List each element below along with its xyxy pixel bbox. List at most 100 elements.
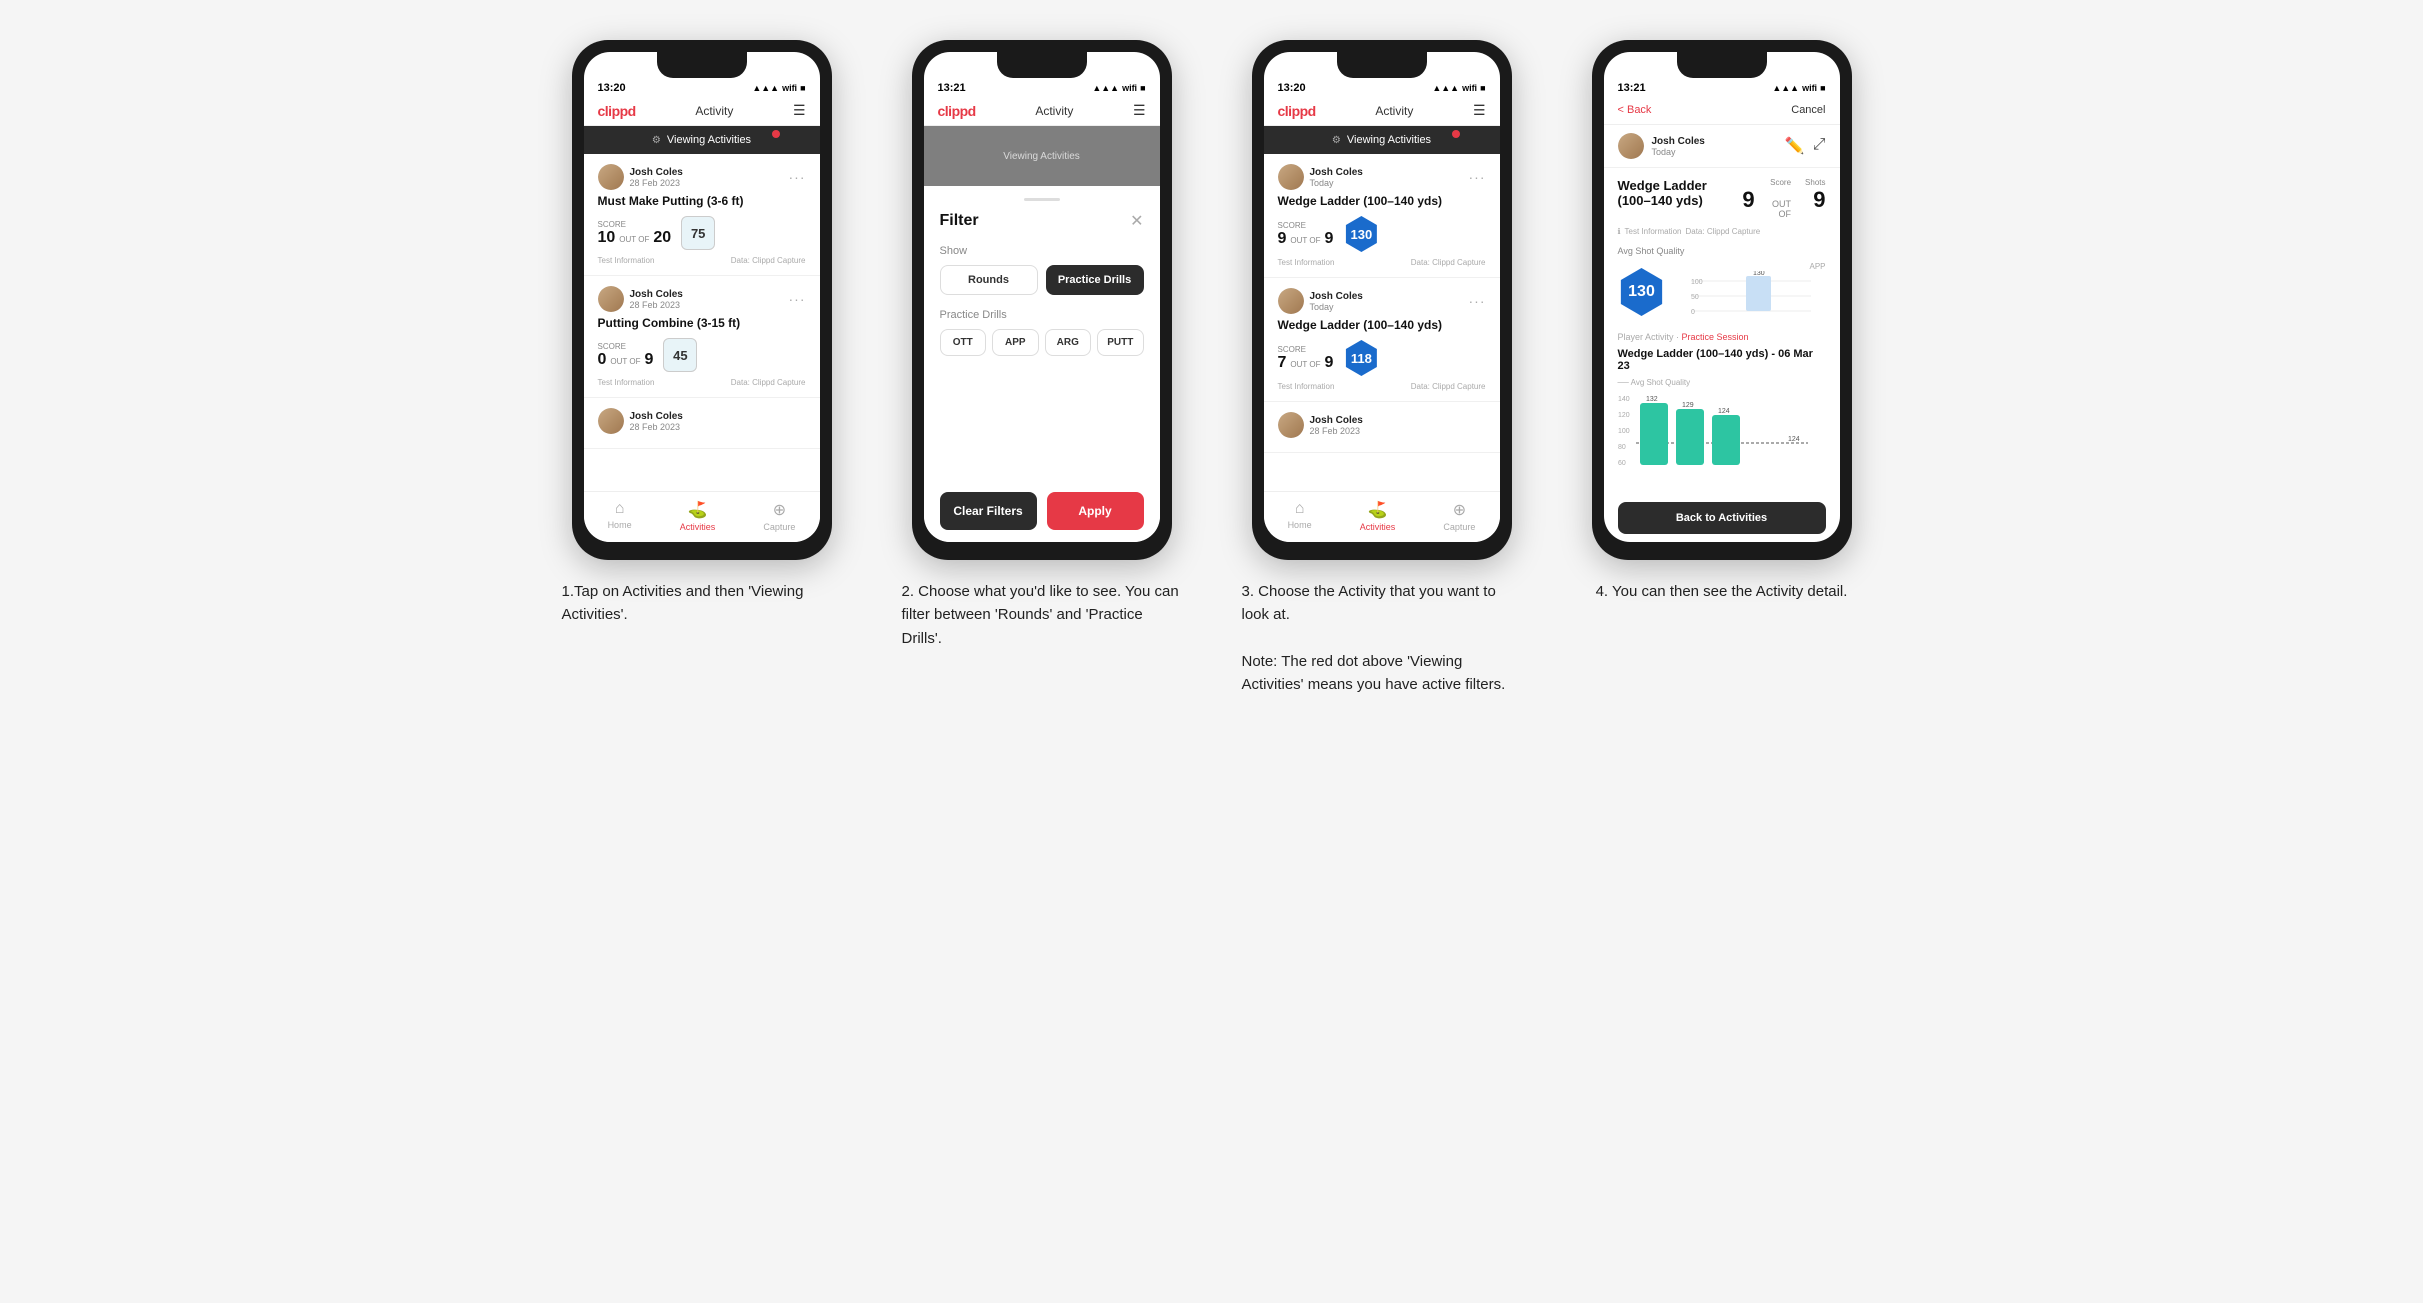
apply-btn[interactable]: Apply: [1047, 492, 1144, 530]
nav-capture-label-3: Capture: [1443, 522, 1475, 532]
viewing-banner-3[interactable]: ⚙ Viewing Activities: [1264, 126, 1500, 154]
expand-icon[interactable]: ⤢: [1813, 136, 1826, 156]
status-icons-4: ▲▲▲ wifi ■: [1772, 83, 1825, 93]
user-name-1-2: Josh Coles: [630, 289, 683, 300]
phone-1-status-bar: 13:20 ▲▲▲ wifi ■: [584, 78, 820, 96]
user-name-3-2: Josh Coles: [1310, 291, 1363, 302]
nav-home-label-3: Home: [1288, 520, 1312, 530]
phone-3-status-bar: 13:20 ▲▲▲ wifi ■: [1264, 78, 1500, 96]
score-val-1-2: 0: [598, 351, 607, 369]
nav-activities-3[interactable]: ⛳ Activities: [1360, 500, 1396, 532]
app-btn[interactable]: APP: [992, 329, 1039, 356]
nav-activities-1[interactable]: ⛳ Activities: [680, 500, 716, 532]
user-date-3-2: Today: [1310, 302, 1363, 312]
cancel-button[interactable]: Cancel: [1791, 104, 1825, 116]
phone-1: 13:20 ▲▲▲ wifi ■ clippd Activity ☰ ⚙ Vie…: [572, 40, 832, 560]
phone-2: 13:21 ▲▲▲ wifi ■ clippd Activity ☰ Viewi…: [912, 40, 1172, 560]
dots-menu-3-1[interactable]: ···: [1469, 169, 1486, 185]
info-circle-icon: ℹ: [1618, 227, 1621, 236]
practice-drills-btn[interactable]: Practice Drills: [1046, 265, 1144, 295]
nav-capture-3[interactable]: ⊕ Capture: [1443, 500, 1475, 532]
shots-val-3-1: 9: [1324, 230, 1333, 248]
home-icon-1: ⌂: [615, 500, 625, 518]
shots-val-1-1: 20: [653, 229, 671, 247]
back-to-activities-btn[interactable]: Back to Activities: [1618, 502, 1826, 534]
viewing-banner-1[interactable]: ⚙ Viewing Activities: [584, 126, 820, 154]
arg-btn[interactable]: ARG: [1045, 329, 1092, 356]
activity-card-3-2[interactable]: Josh Coles Today ··· Wedge Ladder (100–1…: [1264, 278, 1500, 402]
detail-score-col-label: Score: [1742, 178, 1791, 187]
status-time-2: 13:21: [938, 82, 966, 94]
avatar-3-1: [1278, 164, 1304, 190]
user-info-1-2: Josh Coles 28 Feb 2023: [598, 286, 683, 312]
step-text-4: 4. You can then see the Activity detail.: [1596, 580, 1848, 603]
hamburger-icon-3[interactable]: ☰: [1473, 102, 1486, 119]
dots-menu-1-2[interactable]: ···: [789, 291, 806, 307]
test-info-3-1: Test Information: [1278, 258, 1335, 267]
activity-card-1-2: Josh Coles 28 Feb 2023 ··· Putting Combi…: [584, 276, 820, 398]
status-icons-1: ▲▲▲ wifi ■: [752, 83, 805, 93]
avatar-1-2: [598, 286, 624, 312]
svg-text:0: 0: [1691, 309, 1695, 316]
score-val-3-2: 7: [1278, 354, 1287, 372]
score-group-1-2: Score 0 OUT OF 9: [598, 342, 654, 369]
status-time-3: 13:20: [1278, 82, 1306, 94]
nav-home-3[interactable]: ⌂ Home: [1288, 500, 1312, 532]
score-label-1-1: Score: [598, 220, 672, 229]
ott-btn[interactable]: OTT: [940, 329, 987, 356]
edit-icon[interactable]: ✏️: [1785, 136, 1805, 156]
score-label-3-2: Score: [1278, 345, 1334, 354]
step-text-3: 3. Choose the Activity that you want to …: [1242, 580, 1522, 696]
app-title-1: Activity: [695, 104, 733, 118]
signal-icon-2: ▲▲▲: [1092, 83, 1119, 93]
user-date-1-2: 28 Feb 2023: [630, 300, 683, 310]
nav-capture-1[interactable]: ⊕ Capture: [763, 500, 795, 532]
home-icon-3: ⌂: [1295, 500, 1305, 518]
activity-title-1-2: Putting Combine (3-15 ft): [598, 316, 806, 330]
avatar-3-2: [1278, 288, 1304, 314]
phone-3: 13:20 ▲▲▲ wifi ■ clippd Activity ☰ ⚙ Vie…: [1252, 40, 1512, 560]
user-name-1-3: Josh Coles: [630, 411, 683, 422]
activity-card-1-3: Josh Coles 28 Feb 2023: [584, 398, 820, 449]
drill-btn-row: OTT APP ARG PUTT: [940, 329, 1144, 356]
dots-menu-3-2[interactable]: ···: [1469, 293, 1486, 309]
filter-header: Filter ✕: [940, 211, 1144, 231]
app-header-2: clippd Activity ☰: [924, 96, 1160, 126]
card-footer-1-1: Test Information Data: Clippd Capture: [598, 256, 806, 265]
status-time-4: 13:21: [1618, 82, 1646, 94]
session-type-label: Practice Session: [1682, 332, 1749, 342]
user-info-1-3: Josh Coles 28 Feb 2023: [598, 408, 683, 434]
detail-shots-val: 9: [1813, 187, 1825, 212]
detail-data-capture: Data: Clippd Capture: [1685, 227, 1760, 236]
filter-backdrop: Viewing Activities: [924, 126, 1160, 186]
card-header-1-2: Josh Coles 28 Feb 2023 ···: [598, 286, 806, 312]
avg-sq-label: Avg Shot Quality: [1618, 246, 1826, 256]
banner-filter-icon-3: ⚙: [1332, 135, 1341, 146]
nav-home-1[interactable]: ⌂ Home: [608, 500, 632, 532]
rounds-btn[interactable]: Rounds: [940, 265, 1038, 295]
step-4-col: 13:21 ▲▲▲ wifi ■ < Back Cancel Josh: [1572, 40, 1872, 603]
red-dot-1: [772, 130, 780, 138]
detail-user-name: Josh Coles: [1652, 136, 1705, 147]
step-text-1: 1.Tap on Activities and then 'Viewing Ac…: [562, 580, 842, 627]
dots-menu-1-1[interactable]: ···: [789, 169, 806, 185]
avatar-1-1: [598, 164, 624, 190]
filter-sheet: Filter ✕ Show Rounds Practice Drills Pra…: [924, 186, 1160, 542]
score-group-1-1: Score 10 OUT OF 20: [598, 220, 672, 247]
signal-icon-3: ▲▲▲: [1432, 83, 1459, 93]
phone-2-status-bar: 13:21 ▲▲▲ wifi ■: [924, 78, 1160, 96]
back-button[interactable]: < Back: [1618, 104, 1652, 116]
user-date-3-3: 28 Feb 2023: [1310, 426, 1363, 436]
activity-card-3-1[interactable]: Josh Coles Today ··· Wedge Ladder (100–1…: [1264, 154, 1500, 278]
data-source-3-2: Data: Clippd Capture: [1411, 382, 1486, 391]
clear-filters-btn[interactable]: Clear Filters: [940, 492, 1037, 530]
hamburger-icon-2[interactable]: ☰: [1133, 102, 1146, 119]
hamburger-icon-1[interactable]: ☰: [793, 102, 806, 119]
shots-val-1-2: 9: [644, 351, 653, 369]
detail-test-info: Test Information: [1625, 227, 1682, 236]
user-name-3-3: Josh Coles: [1310, 415, 1363, 426]
close-icon[interactable]: ✕: [1130, 211, 1143, 231]
putt-btn[interactable]: PUTT: [1097, 329, 1144, 356]
wifi-icon: wifi: [782, 83, 797, 93]
outof-1-1: OUT OF: [619, 235, 649, 244]
